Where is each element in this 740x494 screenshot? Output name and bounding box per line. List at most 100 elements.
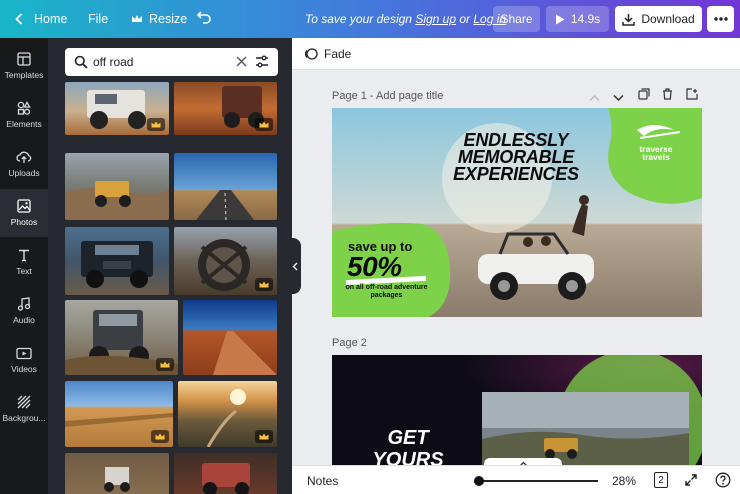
design-promo-line-3[interactable]: on all off-road adventure packages [344, 284, 429, 300]
undo-button[interactable] [196, 9, 212, 30]
nav-photos[interactable]: Photos [0, 189, 48, 237]
nav-videos[interactable]: Videos [0, 336, 48, 384]
collapse-panel-button[interactable] [288, 238, 301, 294]
page-2-canvas[interactable]: GET YOURS [332, 355, 702, 465]
nav-templates[interactable]: Templates [0, 42, 48, 90]
nav-uploads-label: Uploads [8, 168, 40, 178]
home-button[interactable]: Home [12, 0, 67, 38]
play-icon [555, 14, 565, 24]
zoom-level[interactable]: 28% [612, 474, 636, 488]
notes-button[interactable]: Notes [307, 474, 338, 488]
search-input[interactable] [93, 52, 233, 72]
nav-elements-label: Elements [6, 119, 42, 129]
share-button[interactable]: Share [493, 6, 540, 32]
save-prompt: To save your design Sign up or Log in [305, 0, 506, 38]
page-2-title[interactable]: Page 2 [332, 337, 367, 349]
delete-page-button[interactable] [662, 87, 673, 105]
page-1-canvas[interactable]: ENDLESSLY MEMORABLE EXPERIENCES traverse… [332, 108, 702, 317]
premium-badge [255, 430, 273, 443]
context-toolbar: Fade [292, 38, 740, 70]
photo-result[interactable] [65, 82, 169, 135]
photos-panel [48, 38, 292, 494]
move-up-button[interactable] [589, 89, 600, 107]
top-bar: Home File Resize To save your design Sig… [0, 0, 740, 38]
photo-image [81, 241, 153, 288]
elements-icon [17, 101, 31, 115]
design-promo-line-2[interactable]: 50% [347, 251, 402, 283]
crown-icon [151, 121, 161, 128]
fade-label: Fade [324, 47, 352, 61]
chevron-down-icon [613, 94, 624, 102]
add-page-button[interactable] [686, 87, 698, 105]
duplicate-icon [638, 88, 650, 100]
duplicate-page-button[interactable] [638, 87, 650, 105]
zoom-slider-track[interactable] [478, 480, 598, 482]
sign-up-link[interactable]: Sign up [415, 12, 456, 26]
page-1-title[interactable]: Page 1 - Add page title [332, 90, 443, 102]
crown-icon [259, 433, 269, 440]
photo-image [213, 331, 277, 375]
move-down-button[interactable] [613, 89, 624, 107]
photo-result[interactable] [65, 153, 169, 220]
home-label: Home [34, 12, 68, 26]
zoom-slider-handle[interactable] [474, 476, 484, 486]
or-text: or [459, 12, 471, 26]
page-count-button[interactable]: 2 [654, 472, 668, 488]
audio-icon [17, 297, 31, 311]
nav-elements[interactable]: Elements [0, 91, 48, 139]
crown-icon [132, 15, 142, 22]
premium-badge [151, 430, 169, 443]
premium-badge [156, 358, 174, 371]
photo-result[interactable] [174, 82, 277, 135]
file-menu-button[interactable]: File [88, 0, 108, 38]
fullscreen-icon[interactable] [684, 473, 698, 487]
nav-audio[interactable]: Audio [0, 287, 48, 335]
photo-image [104, 467, 130, 492]
more-icon [713, 17, 728, 21]
premium-badge [147, 118, 165, 131]
resize-button[interactable]: Resize [131, 0, 187, 38]
photo-result[interactable] [174, 227, 277, 295]
design-brand-name[interactable]: traverse travels [633, 145, 679, 162]
resize-label: Resize [149, 12, 188, 26]
photo-result[interactable] [65, 227, 169, 295]
nav-audio-label: Audio [13, 315, 35, 325]
photo-image [196, 190, 254, 220]
photo-result[interactable] [65, 381, 173, 447]
chevron-up-icon [589, 94, 600, 102]
templates-icon [17, 52, 31, 66]
photo-result[interactable] [65, 300, 178, 375]
nav-text-label: Text [16, 266, 32, 276]
play-duration: 14.9s [570, 12, 601, 26]
add-page-icon [686, 88, 698, 100]
more-options-button[interactable] [707, 6, 734, 32]
design-2-headline[interactable]: GET YOURS [368, 427, 448, 465]
text-icon [19, 249, 29, 262]
chevron-left-icon [292, 262, 297, 270]
nav-text[interactable]: Text [0, 238, 48, 286]
nav-background[interactable]: Backgrou... [0, 385, 48, 433]
search-box [65, 48, 278, 76]
file-label: File [88, 12, 109, 26]
photo-result[interactable] [178, 381, 277, 447]
download-button[interactable]: Download [615, 6, 702, 32]
share-label: Share [500, 12, 533, 26]
background-icon [17, 395, 31, 409]
help-icon[interactable] [715, 472, 731, 488]
present-button[interactable]: 14.9s [546, 6, 609, 32]
fade-animation-button[interactable]: Fade [304, 47, 351, 61]
side-nav: Templates Elements Uploads Photos Text A… [0, 38, 48, 494]
photo-result[interactable] [183, 300, 277, 375]
premium-badge [255, 278, 273, 291]
clear-icon[interactable] [236, 56, 247, 67]
nav-uploads[interactable]: Uploads [0, 140, 48, 188]
nav-background-label: Backgrou... [2, 413, 46, 423]
photo-result[interactable] [65, 453, 169, 494]
photo-result[interactable] [174, 453, 277, 494]
download-label: Download [641, 12, 695, 26]
filter-icon[interactable] [255, 55, 269, 68]
undo-icon [196, 11, 211, 24]
photo-result[interactable] [174, 153, 277, 220]
nav-photos-label: Photos [10, 217, 38, 227]
design-headline[interactable]: ENDLESSLY MEMORABLE EXPERIENCES [436, 131, 596, 183]
